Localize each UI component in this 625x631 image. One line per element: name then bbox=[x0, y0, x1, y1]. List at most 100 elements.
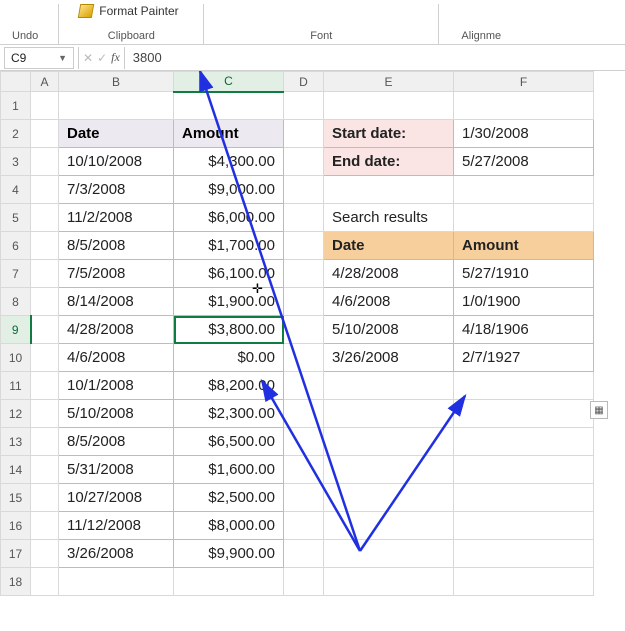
undo-group-label[interactable]: Undo bbox=[12, 30, 38, 42]
row-header[interactable]: 7 bbox=[1, 260, 31, 288]
cell-D15[interactable] bbox=[284, 484, 324, 512]
cell-C18[interactable] bbox=[174, 568, 284, 596]
cell-E6[interactable]: Date bbox=[324, 232, 454, 260]
cell-D12[interactable] bbox=[284, 400, 324, 428]
cell-A2[interactable] bbox=[31, 120, 59, 148]
chevron-down-icon[interactable]: ▼ bbox=[58, 53, 67, 63]
cell-B6[interactable]: 8/5/2008 bbox=[59, 232, 174, 260]
cell-F13[interactable] bbox=[454, 428, 594, 456]
cell-F1[interactable] bbox=[454, 92, 594, 120]
cell-F6[interactable]: Amount bbox=[454, 232, 594, 260]
row-header[interactable]: 18 bbox=[1, 568, 31, 596]
quick-analysis-button[interactable]: ▦ bbox=[590, 401, 608, 419]
cell-D2[interactable] bbox=[284, 120, 324, 148]
cell-E5[interactable]: Search results bbox=[324, 204, 454, 232]
formula-confirm-button[interactable]: ✓ bbox=[97, 51, 107, 65]
row-header[interactable]: 14 bbox=[1, 456, 31, 484]
cell-D18[interactable] bbox=[284, 568, 324, 596]
row-header[interactable]: 17 bbox=[1, 540, 31, 568]
row-header[interactable]: 16 bbox=[1, 512, 31, 540]
cell-A16[interactable] bbox=[31, 512, 59, 540]
cell-C6[interactable]: $1,700.00 bbox=[174, 232, 284, 260]
cell-C13[interactable]: $6,500.00 bbox=[174, 428, 284, 456]
row-header[interactable]: 4 bbox=[1, 176, 31, 204]
cell-B14[interactable]: 5/31/2008 bbox=[59, 456, 174, 484]
cell-A13[interactable] bbox=[31, 428, 59, 456]
cell-C11[interactable]: $8,200.00 bbox=[174, 372, 284, 400]
cell-C2[interactable]: Amount bbox=[174, 120, 284, 148]
cell-F18[interactable] bbox=[454, 568, 594, 596]
cell-B17[interactable]: 3/26/2008 bbox=[59, 540, 174, 568]
col-header[interactable]: D bbox=[284, 72, 324, 92]
cell-E14[interactable] bbox=[324, 456, 454, 484]
cell-F3[interactable]: 5/27/2008 bbox=[454, 148, 594, 176]
cell-B13[interactable]: 8/5/2008 bbox=[59, 428, 174, 456]
cell-B12[interactable]: 5/10/2008 bbox=[59, 400, 174, 428]
cell-F16[interactable] bbox=[454, 512, 594, 540]
cell-E9[interactable]: 5/10/2008 bbox=[324, 316, 454, 344]
formula-input[interactable]: 3800 bbox=[125, 50, 162, 65]
cell-B18[interactable] bbox=[59, 568, 174, 596]
row-header[interactable]: 12 bbox=[1, 400, 31, 428]
cell-A5[interactable] bbox=[31, 204, 59, 232]
col-header[interactable]: E bbox=[324, 72, 454, 92]
cell-C16[interactable]: $8,000.00 bbox=[174, 512, 284, 540]
cell-B10[interactable]: 4/6/2008 bbox=[59, 344, 174, 372]
cell-B5[interactable]: 11/2/2008 bbox=[59, 204, 174, 232]
cell-A17[interactable] bbox=[31, 540, 59, 568]
cell-B8[interactable]: 8/14/2008 bbox=[59, 288, 174, 316]
row-header[interactable]: 6 bbox=[1, 232, 31, 260]
cell-C1[interactable] bbox=[174, 92, 284, 120]
cell-F4[interactable] bbox=[454, 176, 594, 204]
row-header[interactable]: 8 bbox=[1, 288, 31, 316]
cell-B7[interactable]: 7/5/2008 bbox=[59, 260, 174, 288]
cell-C17[interactable]: $9,900.00 bbox=[174, 540, 284, 568]
row-header[interactable]: 10 bbox=[1, 344, 31, 372]
cell-E1[interactable] bbox=[324, 92, 454, 120]
cell-F10[interactable]: 2/7/1927 bbox=[454, 344, 594, 372]
cell-B1[interactable] bbox=[59, 92, 174, 120]
cell-C15[interactable]: $2,500.00 bbox=[174, 484, 284, 512]
cell-E13[interactable] bbox=[324, 428, 454, 456]
cell-C9[interactable]: $3,800.00 bbox=[174, 316, 284, 344]
cell-E3[interactable]: End date: bbox=[324, 148, 454, 176]
cell-B2[interactable]: Date bbox=[59, 120, 174, 148]
cell-C14[interactable]: $1,600.00 bbox=[174, 456, 284, 484]
cell-E2[interactable]: Start date: bbox=[324, 120, 454, 148]
cell-A4[interactable] bbox=[31, 176, 59, 204]
spreadsheet-grid[interactable]: A B C D E F 12DateAmountStart date:1/30/… bbox=[0, 71, 625, 596]
cell-D16[interactable] bbox=[284, 512, 324, 540]
col-header[interactable]: C bbox=[174, 72, 284, 92]
cell-A6[interactable] bbox=[31, 232, 59, 260]
cell-D9[interactable] bbox=[284, 316, 324, 344]
cell-B16[interactable]: 11/12/2008 bbox=[59, 512, 174, 540]
cell-C5[interactable]: $6,000.00 bbox=[174, 204, 284, 232]
cell-D5[interactable] bbox=[284, 204, 324, 232]
cell-D7[interactable] bbox=[284, 260, 324, 288]
row-header[interactable]: 9 bbox=[1, 316, 31, 344]
cell-A9[interactable] bbox=[31, 316, 59, 344]
cell-E7[interactable]: 4/28/2008 bbox=[324, 260, 454, 288]
row-header[interactable]: 13 bbox=[1, 428, 31, 456]
cell-E11[interactable] bbox=[324, 372, 454, 400]
row-header[interactable]: 5 bbox=[1, 204, 31, 232]
cell-E15[interactable] bbox=[324, 484, 454, 512]
row-header[interactable]: 11 bbox=[1, 372, 31, 400]
cell-F2[interactable]: 1/30/2008 bbox=[454, 120, 594, 148]
cell-A14[interactable] bbox=[31, 456, 59, 484]
cell-D10[interactable] bbox=[284, 344, 324, 372]
cell-B15[interactable]: 10/27/2008 bbox=[59, 484, 174, 512]
cell-E12[interactable] bbox=[324, 400, 454, 428]
cell-D8[interactable] bbox=[284, 288, 324, 316]
name-box[interactable]: C9 ▼ bbox=[4, 47, 74, 69]
col-header[interactable]: F bbox=[454, 72, 594, 92]
cell-D4[interactable] bbox=[284, 176, 324, 204]
cell-D17[interactable] bbox=[284, 540, 324, 568]
cell-C10[interactable]: $0.00 bbox=[174, 344, 284, 372]
cell-D1[interactable] bbox=[284, 92, 324, 120]
cell-F8[interactable]: 1/0/1900 bbox=[454, 288, 594, 316]
cell-B9[interactable]: 4/28/2008 bbox=[59, 316, 174, 344]
cell-A11[interactable] bbox=[31, 372, 59, 400]
cell-D14[interactable] bbox=[284, 456, 324, 484]
cell-F9[interactable]: 4/18/1906 bbox=[454, 316, 594, 344]
